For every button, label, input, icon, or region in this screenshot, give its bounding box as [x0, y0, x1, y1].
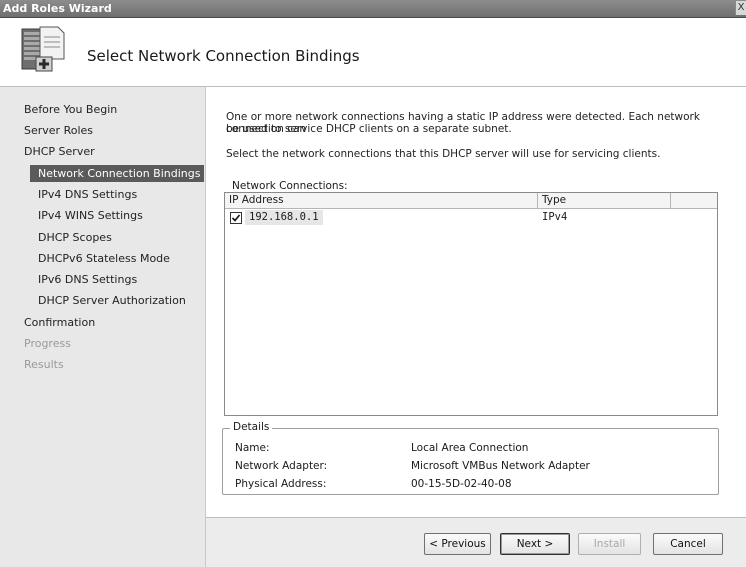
step-confirmation[interactable]: Confirmation [24, 316, 95, 329]
step-ipv4-wins-settings[interactable]: IPv4 WINS Settings [38, 209, 143, 222]
connection-checkbox[interactable] [230, 212, 242, 224]
list-header: IP Address Type [225, 193, 717, 209]
page-title: Select Network Connection Bindings [87, 47, 360, 65]
details-adapter-label: Network Adapter: [235, 460, 328, 472]
details-name-value: Local Area Connection [411, 442, 529, 454]
step-ipv6-dns-settings[interactable]: IPv6 DNS Settings [38, 273, 137, 286]
step-ipv4-dns-settings[interactable]: IPv4 DNS Settings [38, 188, 137, 201]
wizard-content: One or more network connections having a… [206, 87, 746, 567]
network-connections-label: Network Connections: [232, 180, 348, 192]
network-connections-list[interactable]: IP Address Type 192.168.0.1 IPv4 [224, 192, 718, 416]
step-dhcp-server-authorization[interactable]: DHCP Server Authorization [38, 294, 186, 307]
step-dhcpv6-stateless-mode[interactable]: DHCPv6 Stateless Mode [38, 252, 170, 265]
step-progress: Progress [24, 337, 71, 350]
next-button[interactable]: Next > [500, 533, 570, 555]
type-cell: IPv4 [542, 211, 568, 223]
step-results: Results [24, 358, 64, 371]
details-adapter-value: Microsoft VMBus Network Adapter [411, 460, 590, 472]
column-header-ip-address[interactable]: IP Address [225, 193, 538, 208]
details-legend: Details [230, 421, 273, 433]
close-button[interactable]: X [735, 1, 746, 15]
instruction-text: Select the network connections that this… [226, 148, 661, 160]
button-bar: < Previous Next > Install Cancel [206, 518, 746, 567]
step-dhcp-scopes[interactable]: DHCP Scopes [38, 231, 112, 244]
details-name-label: Name: [235, 442, 270, 454]
install-button: Install [578, 533, 641, 555]
details-mac-value: 00-15-5D-02-40-08 [411, 478, 512, 490]
intro-text-line-2: be used to service DHCP clients on a sep… [226, 123, 512, 135]
wizard-step-list: Before You Begin Server Roles DHCP Serve… [0, 87, 206, 567]
details-mac-label: Physical Address: [235, 478, 327, 490]
server-wizard-icon [21, 26, 65, 72]
column-header-blank [671, 193, 717, 208]
step-network-connection-bindings[interactable]: Network Connection Bindings [30, 165, 204, 182]
ip-address-cell: 192.168.0.1 [245, 210, 323, 225]
details-group: Details Name: Local Area Connection Netw… [222, 421, 719, 495]
previous-button[interactable]: < Previous [424, 533, 491, 555]
cancel-button[interactable]: Cancel [653, 533, 723, 555]
step-dhcp-server[interactable]: DHCP Server [24, 145, 95, 158]
column-header-type[interactable]: Type [538, 193, 671, 208]
checkmark-icon [231, 214, 241, 222]
table-row[interactable]: 192.168.0.1 IPv4 [225, 210, 717, 226]
title-bar: Add Roles Wizard X [0, 0, 746, 18]
step-before-you-begin[interactable]: Before You Begin [24, 103, 117, 116]
step-server-roles[interactable]: Server Roles [24, 124, 93, 137]
wizard-header: Select Network Connection Bindings [0, 18, 746, 87]
window-title: Add Roles Wizard [3, 2, 112, 15]
